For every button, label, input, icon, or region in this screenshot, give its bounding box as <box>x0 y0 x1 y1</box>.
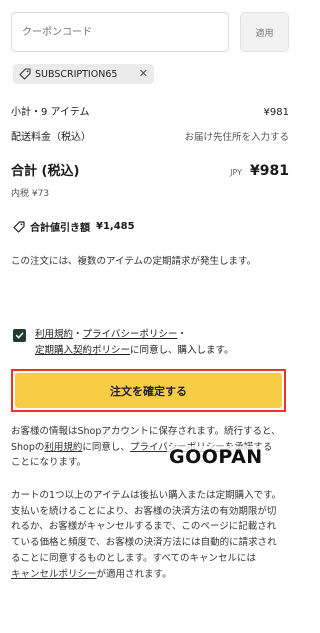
deferred-purchase-note: カートの1つ以上のアイテムは後払い購入または定期購入です。支払いを続けることによ… <box>11 488 285 582</box>
cancellation-policy-link[interactable]: キャンセルポリシー <box>11 569 97 580</box>
applied-discount-tag: SUBSCRIPTION65 ✕ <box>13 64 154 84</box>
deferred-note-text: カートの1つ以上のアイテムは後払い購入または定期購入です。支払いを続けることによ… <box>11 490 282 564</box>
consent-suffix: に同意し、購入します。 <box>130 345 234 356</box>
remove-discount-close-icon[interactable]: ✕ <box>139 67 148 81</box>
subscription-policy-link[interactable]: 定期購入契約ポリシー <box>35 345 130 356</box>
total-savings: 合計値引き額 ¥1,485 <box>13 219 135 234</box>
watermark-text: GOOPAN <box>167 446 265 468</box>
total-value: ¥981 <box>250 163 289 179</box>
total-amount-group: JPY ¥981 <box>230 163 289 179</box>
tax-note: 内税 ¥73 <box>11 189 50 199</box>
confirm-button-highlight: 注文を確定する <box>11 369 286 412</box>
tag-icon <box>19 68 31 80</box>
savings-tag-icon <box>13 220 25 233</box>
privacy-policy-link[interactable]: プライバシーポリシー <box>83 329 178 340</box>
coupon-row: 適用 <box>11 12 289 52</box>
apply-coupon-button[interactable]: 適用 <box>240 12 289 52</box>
consent-row: 利用規約・プライバシーポリシー・ 定期購入契約ポリシーに同意し、購入します。 <box>13 327 283 359</box>
terms-link[interactable]: 利用規約 <box>35 329 73 340</box>
shipping-row: 配送料金（税込） お届け先住所を入力する <box>11 128 289 143</box>
total-label: 合計 (税込) <box>11 164 80 179</box>
savings-label: 合計値引き額 <box>30 223 90 234</box>
confirm-order-button[interactable]: 注文を確定する <box>15 373 282 408</box>
check-icon <box>15 332 24 339</box>
shipping-value: お届け先住所を入力する <box>184 132 289 143</box>
subtotal-row: 小計・9 アイテム ¥981 <box>11 103 289 118</box>
total-currency: JPY <box>230 168 243 177</box>
coupon-code-input[interactable] <box>11 12 229 52</box>
subtotal-value: ¥981 <box>263 107 289 118</box>
discount-code: SUBSCRIPTION65 <box>35 68 118 80</box>
consent-separator-2: ・ <box>177 329 187 340</box>
shop-terms-link[interactable]: 利用規約 <box>44 442 82 453</box>
subtotal-label: 小計・9 アイテム <box>11 107 90 118</box>
total-row: 合計 (税込) JPY ¥981 <box>11 160 289 179</box>
consent-text: 利用規約・プライバシーポリシー・ 定期購入契約ポリシーに同意し、購入します。 <box>35 327 234 359</box>
consent-checkbox[interactable] <box>13 329 26 342</box>
savings-value: ¥1,485 <box>96 221 135 232</box>
shop-note-part2: に同意し、 <box>82 441 130 453</box>
shipping-label: 配送料金（税込） <box>11 132 91 143</box>
deferred-note-suffix: が適用されます。 <box>96 568 172 580</box>
consent-separator-1: ・ <box>73 329 83 340</box>
recurring-billing-note: この注文には、複数のアイテムの定期請求が発生します。 <box>11 256 257 267</box>
